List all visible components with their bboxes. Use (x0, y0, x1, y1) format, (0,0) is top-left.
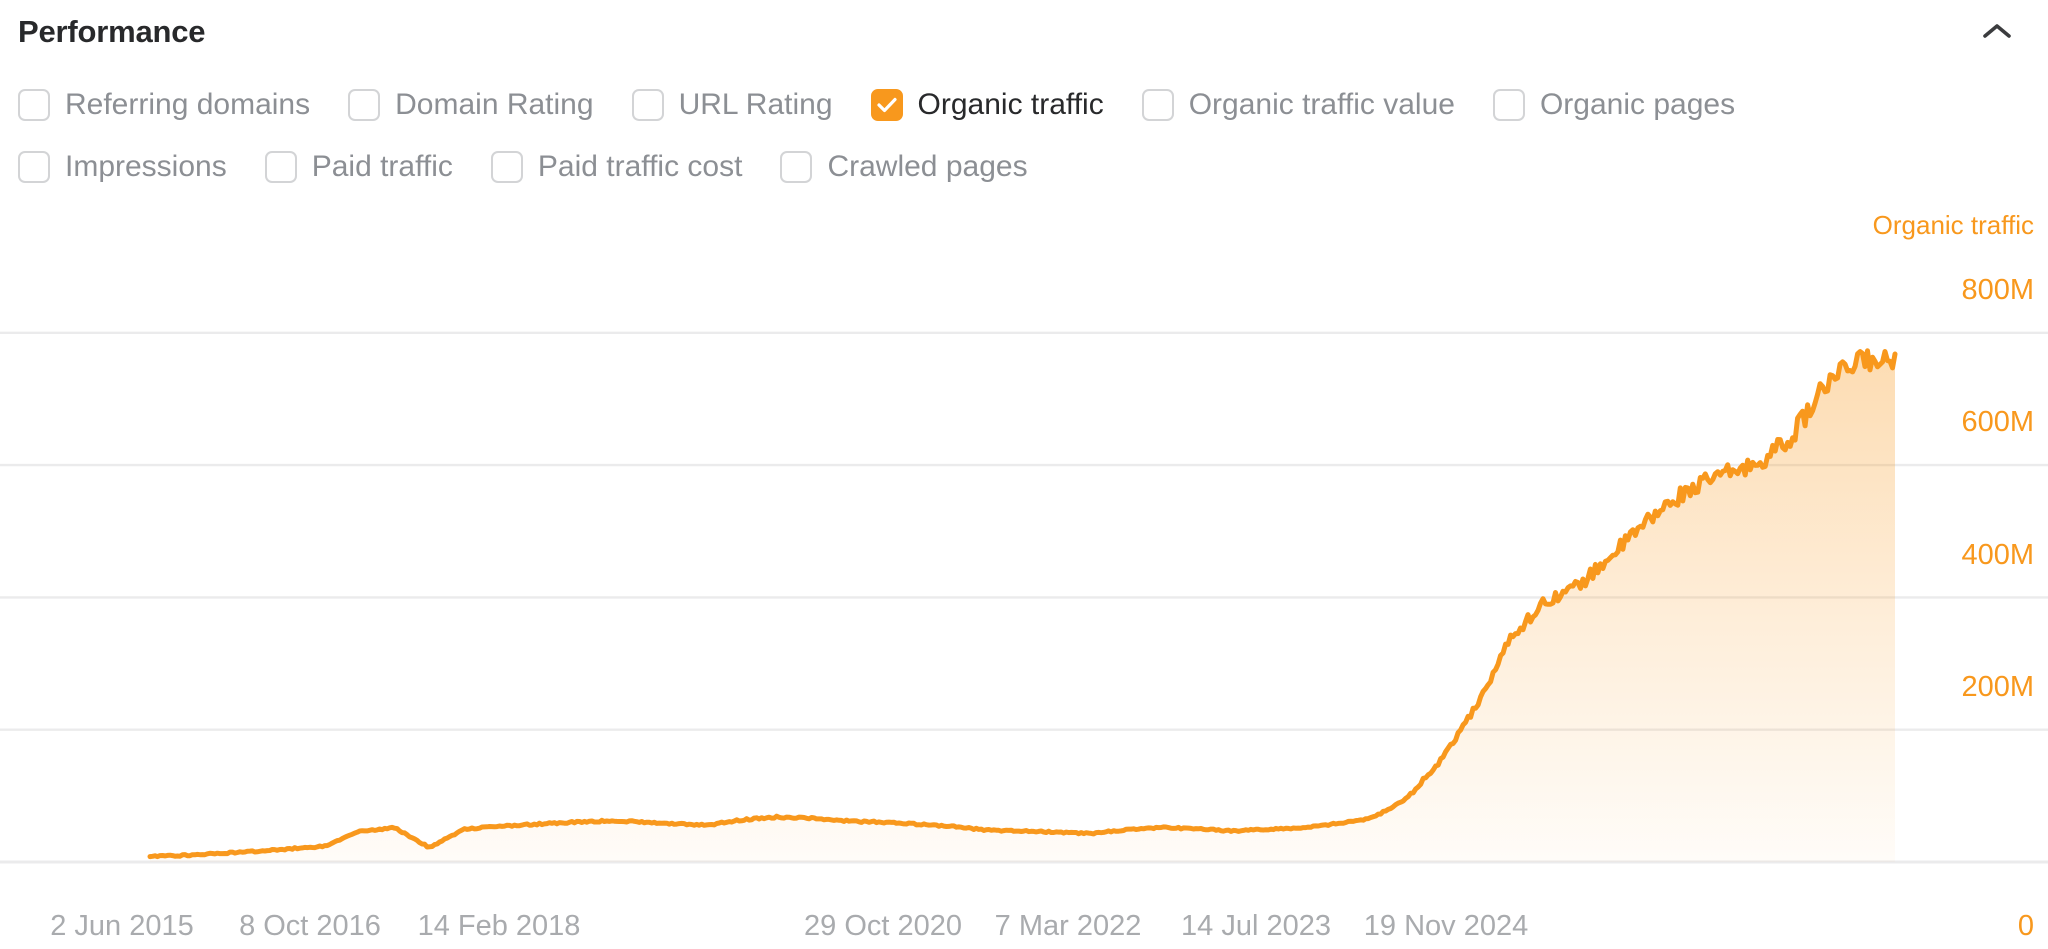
performance-chart[interactable]: Organic traffic 800M 600M 400M 200M 2 Ju… (0, 200, 2048, 949)
checkbox-organic-pages[interactable] (1492, 89, 1525, 121)
chart-series-label: Organic traffic (1872, 210, 2034, 240)
metric-toggle-organic-traffic[interactable]: Organic traffic (870, 80, 1142, 130)
metric-label-organic-traffic-value: Organic traffic value (1188, 88, 1455, 121)
panel-header: Performance (0, 0, 2048, 62)
chart-canvas[interactable] (0, 200, 2048, 949)
metric-label-paid-traffic: Paid traffic (311, 150, 453, 183)
checkbox-paid-traffic-cost[interactable] (490, 151, 523, 183)
x-axis-tick-0: 2 Jun 2015 (50, 910, 194, 942)
metric-label-domain-rating: Domain Rating (395, 88, 594, 121)
checkbox-impressions[interactable] (18, 151, 50, 183)
x-axis-tick-5: 14 Jul 2023 (1181, 910, 1331, 942)
checkbox-paid-traffic[interactable] (264, 151, 297, 183)
metric-toggle-group: Referring domains Domain Rating URL Rati… (18, 74, 2028, 198)
check-icon (876, 97, 897, 113)
metric-toggle-paid-traffic[interactable]: Paid traffic (264, 142, 491, 192)
page-title: Performance (18, 13, 206, 49)
y-axis-tick-600m: 600M (1961, 406, 2034, 438)
x-axis-tick-6: 19 Nov 2024 (1363, 910, 1529, 942)
metric-toggle-paid-traffic-cost[interactable]: Paid traffic cost (490, 142, 781, 192)
metric-toggle-organic-traffic-value[interactable]: Organic traffic value (1141, 80, 1493, 130)
x-axis-tick-2: 14 Feb 2018 (417, 910, 581, 942)
metric-toggle-referring-domains[interactable]: Referring domains (18, 80, 348, 130)
y-axis-tick-200m: 200M (1961, 671, 2034, 703)
metric-toggle-impressions[interactable]: Impressions (18, 142, 265, 192)
x-axis-tick-4: 7 Mar 2022 (994, 910, 1142, 942)
metric-toggle-domain-rating[interactable]: Domain Rating (348, 80, 631, 130)
checkbox-crawled-pages[interactable] (780, 151, 813, 183)
metric-label-url-rating: URL Rating (678, 88, 833, 121)
metric-label-organic-pages: Organic pages (1539, 88, 1736, 121)
metric-toggle-organic-pages[interactable]: Organic pages (1492, 80, 1736, 130)
x-axis-tick-3: 29 Oct 2020 (804, 910, 962, 942)
metric-label-paid-traffic-cost: Paid traffic cost (537, 150, 743, 183)
chart-plot (147, 348, 1898, 862)
y-axis-tick-400m: 400M (1961, 539, 2034, 571)
checkbox-organic-traffic-value[interactable] (1141, 89, 1174, 121)
metric-toggle-url-rating[interactable]: URL Rating (631, 80, 871, 130)
metric-label-organic-traffic: Organic traffic (917, 88, 1104, 121)
y-axis-tick-800m: 800M (1961, 274, 2034, 306)
metric-row-2: Impressions Paid traffic Paid traffic co… (18, 136, 2028, 198)
collapse-panel-button[interactable] (1970, 4, 2024, 58)
chevron-up-icon (1983, 24, 2011, 38)
metric-row-1: Referring domains Domain Rating URL Rati… (18, 74, 2028, 136)
checkbox-referring-domains[interactable] (18, 89, 50, 121)
metric-label-referring-domains: Referring domains (65, 88, 311, 121)
checkbox-organic-traffic[interactable] (870, 89, 903, 121)
y-axis-tick-zero: 0 (2017, 910, 2034, 942)
checkbox-url-rating[interactable] (631, 89, 664, 121)
checkbox-domain-rating[interactable] (348, 89, 381, 121)
performance-panel: Performance Referring domains Domain Rat… (0, 0, 2048, 949)
metric-label-crawled-pages: Crawled pages (827, 150, 1028, 183)
metric-label-impressions: Impressions (65, 150, 227, 183)
metric-toggle-crawled-pages[interactable]: Crawled pages (780, 142, 1028, 192)
x-axis-tick-1: 8 Oct 2016 (239, 910, 381, 942)
